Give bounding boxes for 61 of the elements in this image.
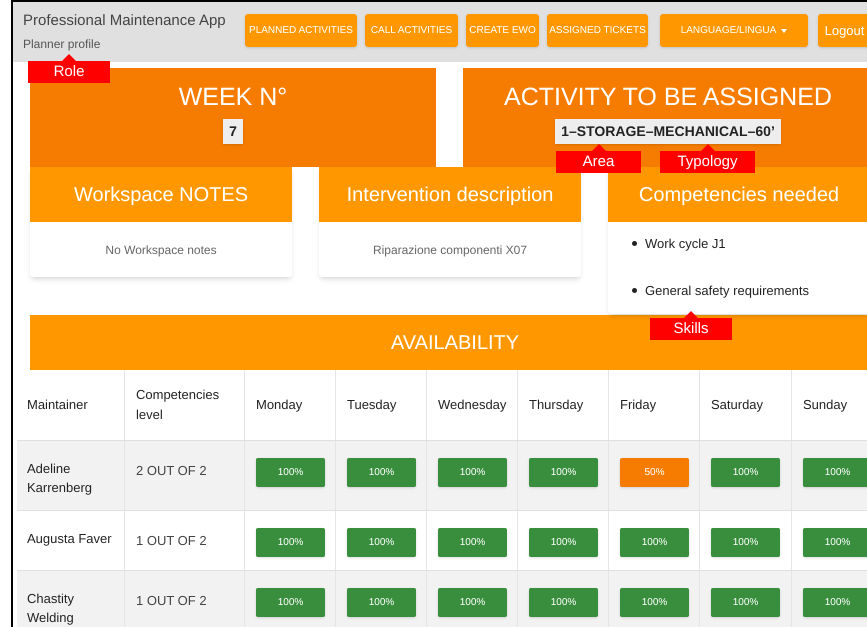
availability-badge: 50%	[620, 458, 689, 487]
column-header: Thursday	[529, 396, 584, 414]
column-header: Wednesday	[438, 396, 506, 414]
availability-badge: 100%	[438, 458, 507, 487]
callout-label: Role	[28, 54, 110, 83]
bullet-icon	[632, 288, 637, 293]
nav-button[interactable]: ASSIGNED TICKETS	[547, 14, 648, 47]
competency-item: Work cycle J1	[645, 235, 726, 253]
nav-button[interactable]: CREATE EWO	[466, 14, 539, 47]
availability-badge: 100%	[256, 588, 325, 617]
availability-badge: 100%	[803, 458, 867, 487]
availability-badge: 100%	[711, 458, 780, 487]
profile-label: Planner profile	[23, 36, 102, 53]
availability-badge: 100%	[620, 588, 689, 617]
maintainer-name: Augusta Faver	[27, 530, 113, 548]
column-header: Competencies level	[136, 386, 220, 424]
availability-badge: 100%	[438, 528, 507, 557]
app-title: Professional Maintenance App	[23, 11, 227, 31]
competency-item: General safety requirements	[645, 282, 810, 300]
logout-button[interactable]: Logout	[818, 14, 867, 47]
competencies-level: 2 OUT OF 2	[136, 463, 207, 478]
activity-title: ACTIVITY TO BE ASSIGNED	[504, 82, 832, 112]
competencies-level: 1 OUT OF 2	[136, 593, 207, 608]
availability-badge: 100%	[529, 458, 598, 487]
nav-button[interactable]: PLANNED ACTIVITIES	[245, 14, 357, 47]
callout-label: Skills	[650, 311, 732, 340]
column-header: Monday	[256, 396, 302, 414]
card-text: No Workspace notes	[104, 242, 218, 258]
nav-button[interactable]: CALL ACTIVITIES	[365, 14, 458, 47]
availability-badge: 100%	[711, 528, 780, 557]
availability-badge: 100%	[803, 588, 867, 617]
availability-badge: 100%	[256, 528, 325, 557]
week-number: 7	[223, 119, 243, 144]
callout-label: Typology	[660, 144, 755, 173]
maintainer-name: Chastity Welding	[27, 590, 75, 627]
callout-label: Area	[556, 144, 641, 173]
availability-badge: 100%	[256, 458, 325, 487]
column-header: Saturday	[711, 396, 764, 414]
maintainer-name: Adeline Karrenberg	[27, 460, 94, 497]
language-dropdown[interactable]: LANGUAGE/LINGUA	[660, 14, 808, 47]
availability-badge: 100%	[803, 528, 867, 557]
card-text: Riparazione componenti X07	[372, 242, 528, 258]
column-header: Tuesday	[347, 396, 396, 414]
availability-badge: 100%	[347, 528, 416, 557]
availability-badge: 100%	[438, 588, 507, 617]
card-title: Intervention description	[319, 167, 581, 222]
column-header: Friday	[620, 396, 656, 414]
card-title: Workspace NOTES	[30, 167, 292, 222]
availability-badge: 100%	[529, 588, 598, 617]
bullet-icon	[632, 241, 637, 246]
caret-icon	[781, 28, 788, 32]
availability-badge: 100%	[347, 458, 416, 487]
week-title: WEEK N°	[178, 82, 288, 112]
availability-badge: 100%	[347, 588, 416, 617]
competencies-level: 1 OUT OF 2	[136, 533, 207, 548]
availability-badge: 100%	[620, 528, 689, 557]
activity-code: 1–STORAGE–MECHANICAL–60’	[555, 119, 781, 144]
availability-badge: 100%	[711, 588, 780, 617]
column-header: Maintainer	[27, 396, 88, 414]
availability-badge: 100%	[529, 528, 598, 557]
column-header: Sunday	[803, 396, 848, 414]
